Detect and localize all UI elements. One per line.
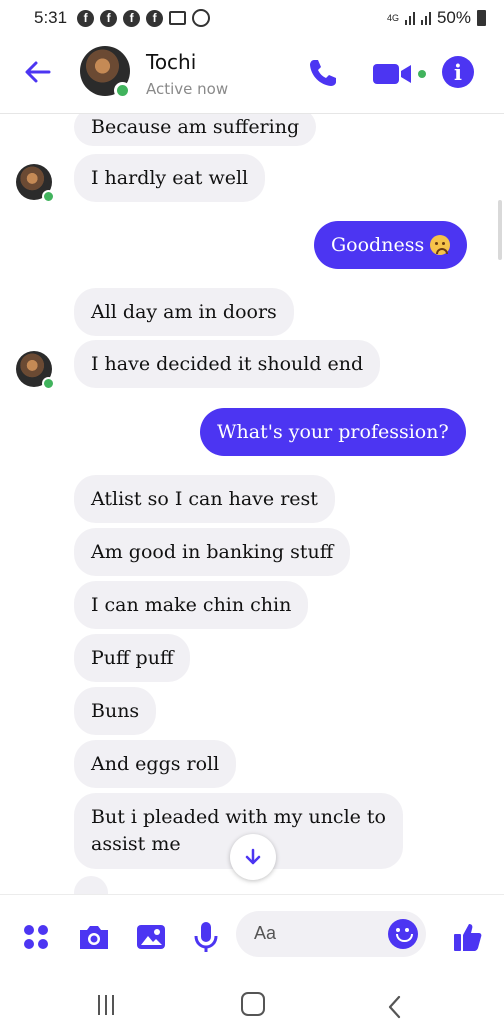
message-text: I can make chin chin	[91, 593, 292, 616]
online-indicator	[114, 82, 131, 99]
message-text-line: But i pleaded with my uncle to	[91, 806, 387, 828]
message-bubble-incoming[interactable]: Buns	[74, 687, 157, 735]
facebook-notification-icon: f	[100, 9, 118, 27]
info-icon[interactable]: i	[442, 56, 474, 88]
camera-button[interactable]	[76, 919, 112, 955]
message-text: And eggs roll	[91, 752, 220, 775]
online-indicator	[42, 190, 55, 203]
message-bubble-incoming-cropped[interactable]	[74, 876, 108, 894]
message-text: I have decided it should end	[91, 352, 364, 375]
contact-name[interactable]: Tochi	[146, 50, 196, 74]
more-actions-button[interactable]	[18, 919, 54, 955]
emoji-picker-icon[interactable]	[388, 919, 418, 949]
message-bubble-outgoing[interactable]: What's your profession?	[200, 408, 466, 456]
system-navigation-bar	[0, 978, 504, 1036]
message-input[interactable]: Aa	[236, 911, 426, 957]
recent-apps-icon[interactable]	[98, 995, 120, 1017]
scrollbar[interactable]	[498, 200, 502, 260]
status-right: 4G 50%	[387, 8, 486, 28]
facebook-notification-icon: f	[77, 9, 95, 27]
four-dots-icon	[24, 925, 48, 949]
back-chevron-icon[interactable]	[384, 994, 406, 1020]
message-text: Buns	[91, 699, 140, 722]
message-text: Puff puff	[91, 646, 174, 669]
facebook-notification-icon: f	[123, 9, 141, 27]
message-bubble-incoming[interactable]: I can make chin chin	[74, 581, 309, 629]
message-bubble-incoming[interactable]: Because am suffering	[74, 114, 317, 146]
message-text: Am good in banking stuff	[91, 540, 334, 563]
messenger-notification-icon	[192, 9, 211, 27]
message-text: What's your profession?	[217, 420, 449, 443]
contact-status: Active now	[146, 80, 229, 98]
image-icon	[137, 925, 165, 949]
voice-message-button[interactable]	[188, 919, 224, 955]
home-icon[interactable]	[241, 992, 265, 1016]
back-arrow-icon[interactable]	[22, 56, 54, 88]
message-text: Because am suffering	[91, 115, 300, 138]
like-button[interactable]	[450, 919, 486, 955]
message-list[interactable]: Because am suffering I hardly eat well G…	[0, 114, 504, 894]
message-bubble-incoming[interactable]: I hardly eat well	[74, 154, 266, 202]
signal-icon	[404, 11, 415, 25]
network-type: 4G	[386, 12, 399, 23]
message-bubble-outgoing[interactable]: Goodness	[314, 221, 468, 269]
message-bubble-incoming[interactable]: Puff puff	[74, 634, 191, 682]
battery-percent: 50%	[436, 8, 471, 27]
message-text: Atlist so I can have rest	[91, 487, 318, 510]
camera-icon	[80, 926, 108, 949]
battery-icon	[477, 10, 486, 26]
message-bubble-incoming[interactable]: And eggs roll	[74, 740, 237, 788]
microphone-icon	[194, 922, 218, 952]
message-bubble-incoming[interactable]: I have decided it should end	[74, 340, 381, 388]
message-input-placeholder: Aa	[254, 923, 277, 943]
gallery-button[interactable]	[133, 919, 169, 955]
status-time: 5:31	[34, 8, 68, 27]
message-composer: Aa	[0, 894, 504, 978]
facebook-notification-icon: f	[146, 9, 164, 27]
arrow-down-icon	[245, 848, 261, 865]
online-indicator	[42, 377, 55, 390]
gallery-notification-icon	[169, 11, 187, 25]
conversation-header: Tochi Active now i	[0, 36, 504, 114]
status-bar: 5:31 f f f f 4G 50%	[0, 0, 504, 36]
message-text: Goodness	[331, 233, 425, 256]
video-active-dot	[418, 70, 426, 78]
message-text: I hardly eat well	[91, 166, 249, 189]
message-text-line: assist me	[91, 833, 181, 855]
message-text: All day am in doors	[91, 300, 277, 323]
message-bubble-incoming[interactable]: Atlist so I can have rest	[74, 475, 335, 523]
scroll-to-bottom-button[interactable]	[230, 834, 276, 880]
message-bubble-incoming[interactable]: All day am in doors	[74, 288, 294, 336]
message-bubble-incoming[interactable]: Am good in banking stuff	[74, 528, 351, 576]
phone-call-icon[interactable]	[306, 56, 340, 90]
sad-face-emoji-icon	[430, 235, 451, 255]
thumbs-up-icon	[454, 924, 482, 951]
video-call-icon[interactable]	[373, 62, 415, 86]
signal-icon	[420, 11, 431, 25]
